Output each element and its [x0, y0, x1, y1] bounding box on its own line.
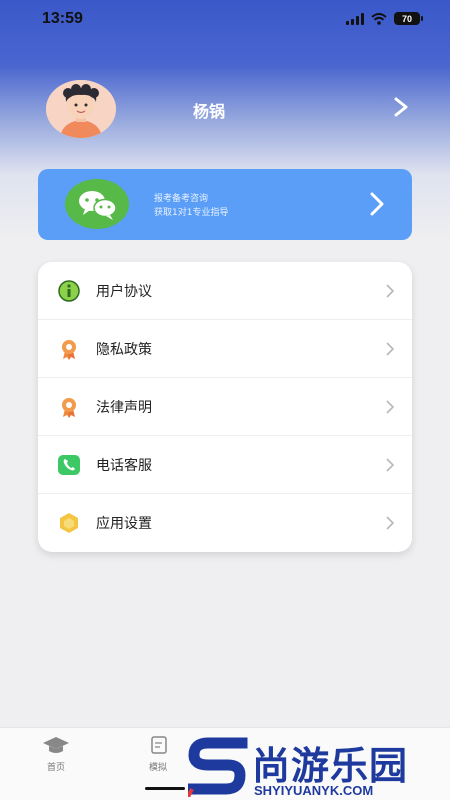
header-background [0, 0, 450, 300]
exam-paper-icon [151, 736, 167, 754]
settings-menu: 用户协议 隐私政策 法律声明 电话客服 应用设置 [38, 262, 412, 552]
chevron-right-icon [386, 284, 394, 298]
chevron-right-icon [386, 458, 394, 472]
watermark-logo-icon [188, 737, 248, 797]
consult-banner[interactable]: 报考备考咨询 获取1对1专业指导 [38, 169, 412, 240]
graduation-cap-icon [43, 737, 69, 753]
chevron-right-icon[interactable] [392, 96, 410, 118]
banner-title: 报考备考咨询 [154, 194, 209, 204]
status-time: 13:59 [42, 10, 83, 27]
chevron-right-icon [386, 400, 394, 414]
menu-label: 隐私政策 [96, 342, 152, 358]
user-name[interactable]: 杨锅 [193, 98, 225, 122]
signal-icon [346, 12, 364, 25]
badge-icon [62, 398, 76, 418]
chevron-right-icon [386, 516, 394, 530]
badge-icon [62, 340, 76, 360]
home-indicator [145, 787, 185, 790]
status-bar: 13:59 70 [0, 0, 450, 40]
tab-label: 首页 [46, 763, 65, 773]
info-icon [58, 280, 80, 302]
tab-home[interactable]: 首页 [36, 734, 76, 774]
watermark-text: 尚游乐园 [252, 744, 409, 788]
menu-item-user-agreement[interactable]: 用户协议 [38, 262, 412, 320]
menu-label: 法律声明 [96, 400, 152, 416]
menu-label: 应用设置 [96, 516, 152, 532]
chevron-right-icon [386, 342, 394, 356]
banner-subtitle: 获取1对1专业指导 [154, 208, 229, 218]
status-icons: 70 [346, 12, 423, 25]
tab-label: 模拟 [148, 763, 167, 773]
watermark: 尚游乐园 SHYIYUANYK.COM [188, 733, 450, 800]
menu-item-legal-notice[interactable]: 法律声明 [38, 378, 412, 436]
wifi-icon [371, 12, 387, 25]
phone-icon [58, 455, 80, 475]
wechat-icon [65, 179, 129, 229]
tab-mock-exam[interactable]: 模拟 [138, 734, 178, 774]
avatar[interactable] [46, 80, 116, 138]
menu-item-privacy-policy[interactable]: 隐私政策 [38, 320, 412, 378]
battery-icon: 70 [394, 12, 423, 25]
avatar-illustration [46, 80, 116, 138]
profile-header[interactable]: 杨锅 [0, 78, 450, 140]
menu-label: 电话客服 [96, 458, 152, 474]
menu-label: 用户协议 [96, 284, 152, 300]
chevron-right-icon[interactable] [368, 191, 386, 217]
settings-icon [60, 513, 78, 533]
menu-item-app-settings[interactable]: 应用设置 [38, 494, 412, 552]
watermark-subtext: SHYIYUANYK.COM [254, 783, 374, 798]
menu-item-phone-support[interactable]: 电话客服 [38, 436, 412, 494]
